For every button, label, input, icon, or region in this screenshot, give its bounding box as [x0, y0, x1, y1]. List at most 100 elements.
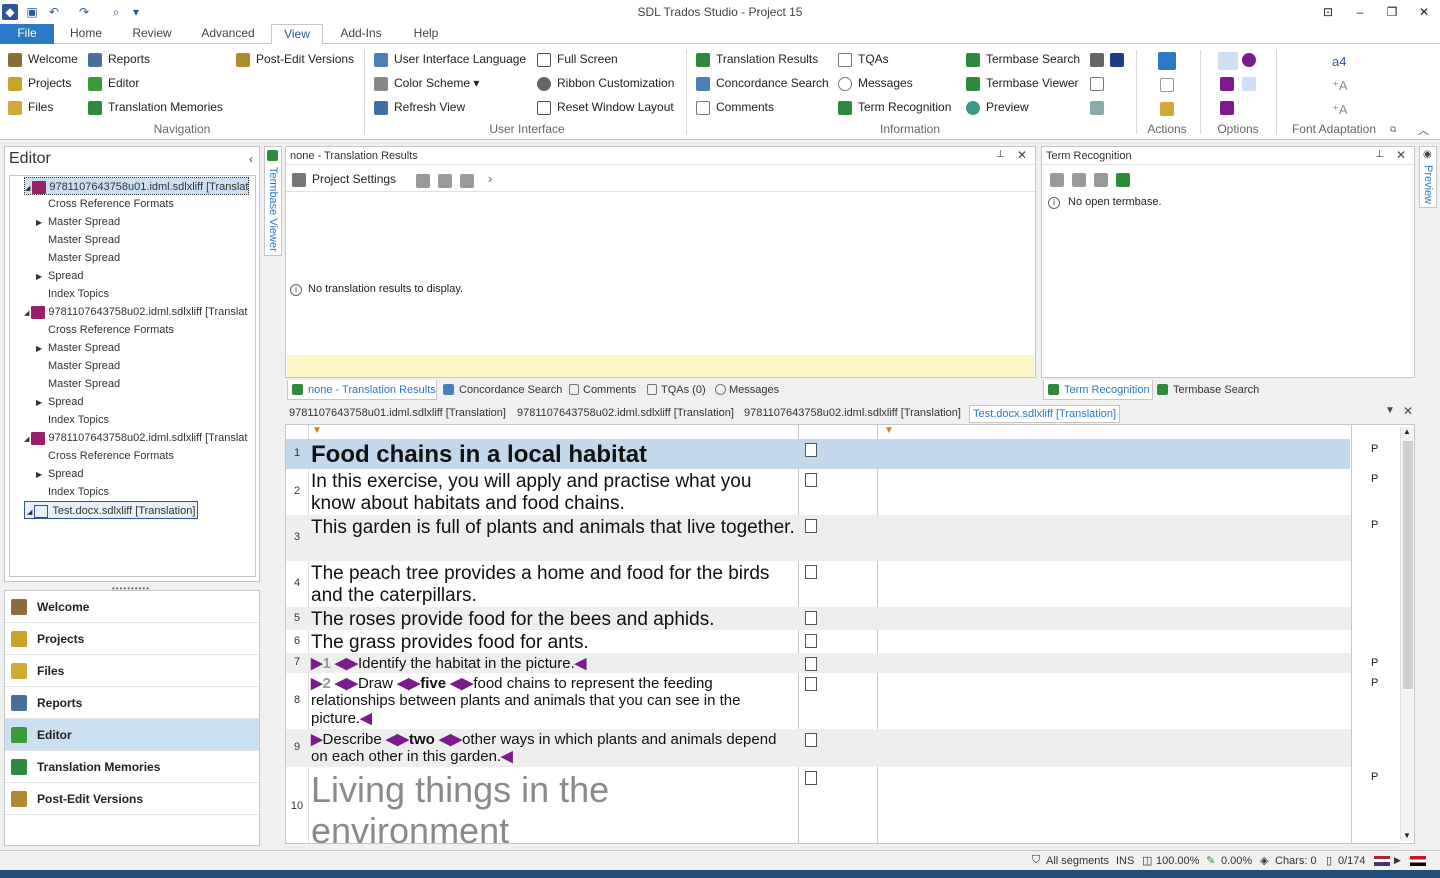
tag-icon[interactable]: ◀ [501, 748, 513, 765]
close-icon[interactable]: ✕ [1017, 148, 1027, 162]
ribbon-comments[interactable]: Comments [696, 97, 774, 117]
tree-child-node[interactable]: ▶ Spread [36, 267, 83, 285]
tree-child-node[interactable]: ▶ Spread [36, 393, 83, 411]
tag-icon[interactable]: ◀ [360, 710, 372, 727]
segment-row[interactable]: 6 The grass provides food for ants. [286, 630, 1351, 653]
ribbon-full-screen[interactable]: Full Screen [537, 49, 618, 69]
nav-files[interactable]: Files [5, 655, 259, 687]
tree-child-node[interactable]: ▶ Spread [36, 465, 83, 483]
tag-icon[interactable]: ▶ [311, 731, 323, 748]
ribbon-editor[interactable]: Editor [88, 73, 139, 93]
r-icon[interactable] [1110, 53, 1124, 67]
nav-post-edit-versions[interactable]: Post-Edit Versions [5, 783, 259, 815]
tab-term-recognition[interactable]: Term Recognition [1043, 380, 1153, 400]
dialog-launcher-icon[interactable]: ⧉ [1390, 124, 1396, 135]
tag-icon[interactable]: ◀▶ [446, 675, 473, 692]
source-segment[interactable]: Living things in the environment [311, 769, 796, 843]
collapse-icon[interactable]: ◢ [27, 509, 34, 516]
tree-document-node[interactable]: ◢ 9781107643758u01.idml.sdlxliff [Transl… [24, 177, 250, 195]
tab-home[interactable]: Home [60, 24, 112, 45]
grid-scrollbar[interactable]: ▲ ▼ [1400, 427, 1414, 841]
tab-help[interactable]: Help [404, 24, 448, 45]
tag-icon[interactable]: ◀▶ [335, 675, 358, 692]
maximize-button[interactable]: ❐ [1382, 3, 1402, 21]
ribbon-ui-language[interactable]: User Interface Language [374, 49, 526, 69]
collapse-icon[interactable]: ◢ [24, 310, 31, 317]
tag-icon[interactable]: ◀ [575, 655, 587, 672]
tab-review[interactable]: Review [124, 24, 180, 45]
tree-document-node[interactable]: ◢ Test.docx.sdlxliff [Translation] [24, 501, 199, 519]
results-tool-icon[interactable] [416, 174, 430, 188]
segment-row[interactable]: 3 This garden is full of plants and anima… [286, 515, 1378, 561]
tree-child-node[interactable]: Index Topics [36, 411, 109, 429]
doc-list-dropdown-icon[interactable]: ▼ [1385, 405, 1395, 416]
tab-concordance-search[interactable]: Concordance Search [441, 380, 562, 400]
segment-row[interactable]: 1 Food chains in a local habitat P [286, 439, 1378, 469]
tab-advanced[interactable]: Advanced [192, 24, 264, 45]
nav-projects[interactable]: Projects [5, 623, 259, 655]
ribbon-preview[interactable]: Preview [966, 97, 1029, 117]
tree-child-node[interactable]: Cross Reference Formats [36, 195, 174, 213]
ribbon-color-scheme[interactable]: Color Scheme ▾ [374, 73, 479, 93]
scroll-up-icon[interactable]: ▲ [1403, 427, 1411, 436]
tab-file[interactable]: File [0, 24, 54, 45]
term-tool-icon[interactable] [1050, 173, 1064, 187]
tree-child-node[interactable]: Master Spread [36, 249, 120, 267]
ribbon-termbase-viewer[interactable]: Termbase Viewer [966, 73, 1078, 93]
tree-child-node[interactable]: Master Spread [36, 231, 120, 249]
tab-tqas[interactable]: TQAs (0) [645, 380, 706, 400]
term-tool-icon[interactable] [1094, 173, 1108, 187]
source-segment[interactable]: The grass provides food for ants. [311, 632, 796, 654]
status-filter[interactable]: All segments [1046, 855, 1109, 867]
options-hex-icon[interactable] [1220, 77, 1234, 91]
expand-icon[interactable]: ▶ [36, 340, 48, 358]
next-arrow-icon[interactable]: › [488, 171, 492, 186]
doc-tab-u01[interactable]: 9781107643758u01.idml.sdlxliff [Translat… [289, 407, 506, 419]
source-segment[interactable]: This garden is full of plants and animal… [311, 517, 796, 539]
tag-icon[interactable]: ◀▶ [386, 731, 409, 748]
hand-icon[interactable] [1090, 101, 1104, 115]
font-size-icon[interactable]: a4 [1332, 54, 1346, 69]
ribbon-translation-results[interactable]: Translation Results [696, 49, 818, 69]
ribbon-term-recognition[interactable]: Term Recognition [838, 97, 951, 117]
nav-welcome[interactable]: Welcome [5, 591, 259, 623]
ribbon-termbase-search[interactable]: Termbase Search [966, 49, 1080, 69]
expand-icon[interactable]: ▶ [36, 268, 48, 286]
options-check-icon[interactable] [1242, 77, 1256, 91]
ribbon-post-edit-versions[interactable]: Post-Edit Versions [236, 49, 354, 69]
ribbon-concordance-search[interactable]: Concordance Search [696, 73, 829, 93]
segment-row[interactable]: 9 ▶Describe ◀▶two ◀▶other ways in which p… [286, 729, 1351, 767]
list-icon[interactable] [1090, 53, 1104, 67]
options-tag-icon[interactable] [1218, 52, 1238, 70]
tag-icon[interactable]: ◀▶ [397, 675, 420, 692]
ribbon-messages[interactable]: Messages [838, 73, 913, 93]
tag-icon[interactable]: ▶ [311, 655, 323, 672]
tree-document-node[interactable]: ◢ 9781107643758u02.idml.sdlxliff [Transl… [24, 429, 247, 447]
scroll-down-icon[interactable]: ▼ [1403, 831, 1411, 840]
term-tool-icon[interactable] [1072, 173, 1086, 187]
source-segment[interactable]: The peach tree provides a home and food … [311, 563, 796, 607]
source-segment[interactable]: ▶1 ◀▶Identify the habitat in the picture.… [311, 655, 796, 672]
results-tool-icon[interactable] [438, 174, 452, 188]
tag-icon[interactable]: ◀▶ [335, 655, 358, 672]
segment-row[interactable]: 2 In this exercise, you will apply and pr… [286, 469, 1378, 515]
close-icon[interactable]: ✕ [1396, 148, 1406, 162]
pin-icon[interactable]: ⊥ [1375, 149, 1384, 160]
source-segment[interactable]: Food chains in a local habitat [311, 441, 796, 469]
segment-row[interactable]: 8 ▶2 ◀▶Draw ◀▶five ◀▶food chains to repres… [286, 673, 1378, 729]
termbase-viewer-side-tab[interactable]: Termbase Viewer [264, 146, 282, 256]
tree-child-node[interactable]: Master Spread [36, 375, 120, 393]
close-document-icon[interactable]: ✕ [1403, 404, 1413, 418]
ribbon-ribbon-customization[interactable]: Ribbon Customization [537, 73, 674, 93]
term-tool-icon[interactable] [1116, 173, 1130, 187]
tab-translation-results[interactable]: none - Translation Results [287, 380, 437, 400]
nav-reports[interactable]: Reports [5, 687, 259, 719]
filter-icon[interactable]: ⛉ [1032, 854, 1040, 867]
tree-document-node[interactable]: ◢ 9781107643758u02.idml.sdlxliff [Transl… [24, 303, 247, 321]
source-segment[interactable]: ▶2 ◀▶Draw ◀▶five ◀▶food chains to represe… [311, 675, 796, 727]
ribbon-welcome[interactable]: Welcome [8, 49, 78, 69]
options-remove-icon[interactable] [1242, 53, 1256, 67]
collapse-panel-icon[interactable]: ‹ [249, 152, 253, 166]
minimize-button[interactable]: – [1350, 3, 1370, 21]
collapse-ribbon-icon[interactable]: ︿ [1418, 122, 1429, 138]
